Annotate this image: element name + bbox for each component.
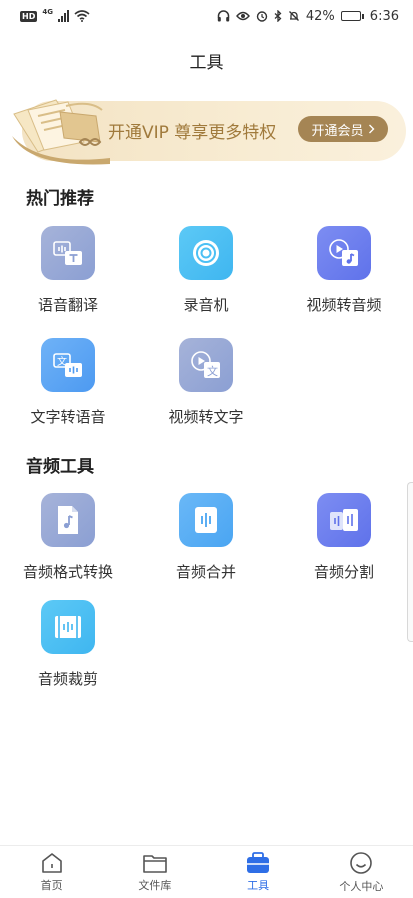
hd-badge: HD: [20, 10, 38, 22]
tool-label: 音频合并: [175, 563, 236, 581]
svg-text:文: 文: [207, 364, 218, 378]
open-vip-button-label: 开通会员: [311, 123, 364, 139]
text-to-speech-icon: 文: [41, 338, 95, 392]
tool-video-to-audio[interactable]: 视频转音频: [279, 226, 409, 315]
video-to-text-icon: 文: [179, 338, 233, 392]
mute-bell-icon: [288, 11, 299, 21]
status-bar-right: 42% 6:36: [217, 9, 399, 24]
scroll-indicator[interactable]: [407, 482, 413, 642]
folder-icon: [143, 854, 167, 873]
audio-merge-icon: [179, 493, 233, 547]
tool-label: 音频裁剪: [37, 670, 98, 688]
bottom-nav: 首页 文件库 工具 个人中心: [0, 845, 413, 898]
tool-label: 语音翻译: [37, 296, 98, 314]
audio-split-icon: [317, 493, 371, 547]
tool-label: 文字转语音: [30, 408, 106, 426]
tool-audio-split[interactable]: 音频分割: [279, 493, 409, 582]
tool-label: 录音机: [183, 296, 229, 314]
tool-label: 视频转音频: [306, 296, 382, 314]
section-title-audio-tools: 音频工具: [26, 457, 94, 477]
open-vip-button[interactable]: 开通会员: [298, 116, 388, 142]
toolbox-icon: [247, 851, 270, 873]
nav-label: 文件库: [138, 878, 172, 892]
page-title: 工具: [189, 53, 224, 73]
tool-text-to-speech[interactable]: 文 文字转语音: [3, 338, 133, 427]
vip-documents-illustration: [12, 99, 110, 165]
tool-label: 音频分割: [313, 563, 374, 581]
recorder-icon: [179, 226, 233, 280]
eye-icon: [235, 11, 250, 21]
tool-voice-translate[interactable]: 语音翻译: [3, 226, 133, 315]
vip-banner[interactable]: 开通VIP 尊享更多特权 开通会员: [10, 96, 406, 166]
voice-translate-icon: [41, 226, 95, 280]
network-type: 4G: [42, 8, 53, 16]
tool-recorder[interactable]: 录音机: [141, 226, 271, 315]
nav-home[interactable]: 首页: [0, 846, 103, 898]
nav-label: 首页: [40, 878, 63, 892]
status-bar: HD 4G 42% 6:36: [0, 0, 413, 32]
status-time: 6:36: [369, 8, 399, 24]
nav-label: 工具: [247, 878, 270, 892]
tool-label: 视频转文字: [168, 408, 244, 426]
smiley-icon: [350, 851, 373, 874]
tool-label: 音频格式转换: [22, 563, 113, 581]
nav-label: 个人中心: [339, 879, 384, 893]
vip-banner-text: 开通VIP 尊享更多特权: [108, 123, 277, 143]
audio-format-convert-icon: [41, 493, 95, 547]
signal-icon: [57, 10, 69, 22]
nav-profile[interactable]: 个人中心: [310, 846, 413, 898]
wifi-icon: [74, 10, 90, 22]
status-bar-left: HD 4G: [20, 8, 90, 22]
nav-tools[interactable]: 工具: [207, 846, 310, 898]
video-to-audio-icon: [317, 226, 371, 280]
home-icon: [41, 852, 62, 873]
section-title-hot: 热门推荐: [26, 189, 94, 209]
nav-file-library[interactable]: 文件库: [103, 846, 206, 898]
battery-icon: [340, 11, 364, 21]
tool-audio-merge[interactable]: 音频合并: [141, 493, 271, 582]
audio-trim-icon: [41, 600, 95, 654]
tool-video-to-text[interactable]: 文 视频转文字: [141, 338, 271, 427]
bluetooth-icon: [274, 10, 282, 22]
tool-audio-trim[interactable]: 音频裁剪: [3, 600, 133, 689]
tool-audio-format-convert[interactable]: 音频格式转换: [3, 493, 133, 582]
chevron-right-icon: [368, 124, 374, 134]
alarm-icon: [256, 11, 268, 22]
headphones-icon: [217, 10, 230, 22]
battery-percent: 42%: [305, 8, 335, 24]
